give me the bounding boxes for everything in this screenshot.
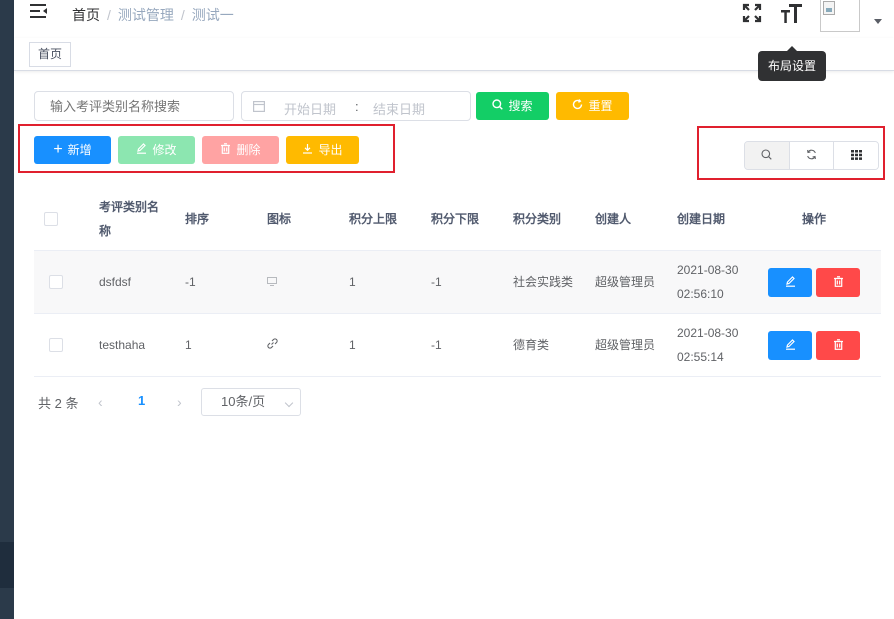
table-header: 考评类别名称 排序 图标 积分上限 积分下限 积分类别 创建人 创建日期 操作 <box>34 187 881 251</box>
chevron-down-icon <box>284 398 294 408</box>
download-icon <box>302 136 313 164</box>
edit-icon <box>785 338 796 353</box>
page-size-value: 10条/页 <box>221 394 266 409</box>
delete-button-label: 删除 <box>236 143 261 157</box>
reset-button-label: 重置 <box>588 99 613 113</box>
column-header-creator: 创建人 <box>595 212 632 226</box>
column-header-created: 创建日期 <box>677 212 726 226</box>
breadcrumb-separator: / <box>180 7 185 23</box>
cell-name: dsfdsf <box>99 275 132 289</box>
add-button[interactable]: + 新增 <box>34 136 111 164</box>
row-edit-button[interactable] <box>768 331 812 360</box>
column-header-upper: 积分上限 <box>349 212 398 226</box>
cell-type: 德育类 <box>513 338 550 352</box>
sidebar-edge <box>0 0 14 619</box>
date-start-placeholder[interactable]: 开始日期 <box>284 99 336 118</box>
date-separator: : <box>355 99 359 114</box>
sidebar-edge-band <box>0 542 14 588</box>
trash-icon <box>833 338 844 353</box>
edit-icon <box>785 275 796 290</box>
search-button[interactable]: 搜索 <box>476 92 549 120</box>
cell-lower: -1 <box>431 275 442 289</box>
table-row: testhaha 1 1 -1 德育类 超级管理员 2021-08-30 02:… <box>34 314 881 377</box>
reset-button[interactable]: 重置 <box>556 92 629 120</box>
column-header-lower: 积分下限 <box>431 212 480 226</box>
cell-creator: 超级管理员 <box>595 338 656 352</box>
select-all-checkbox[interactable] <box>44 212 58 226</box>
breadcrumb-home[interactable]: 首页 <box>72 5 100 25</box>
font-size-icon[interactable] <box>780 2 804 24</box>
pagination-total: 共 2 条 <box>38 395 79 411</box>
layout-settings-tooltip: 布局设置 <box>758 46 826 81</box>
pagination: 共 2 条 ‹ 1 › 10条/页 <box>38 388 301 416</box>
delete-button[interactable]: 删除 <box>202 136 279 164</box>
page-size-select[interactable]: 10条/页 <box>201 388 301 416</box>
tag-home[interactable]: 首页 <box>29 42 72 67</box>
monitor-icon <box>267 270 277 294</box>
date-end-placeholder[interactable]: 结束日期 <box>373 99 425 118</box>
toggle-search-button[interactable] <box>745 142 790 169</box>
column-header-action: 操作 <box>802 212 827 226</box>
table-row: dsfdsf -1 1 -1 社会实践类 超级管理员 2021-08-30 02… <box>34 251 881 314</box>
row-delete-button[interactable] <box>816 268 860 297</box>
export-button[interactable]: 导出 <box>286 136 359 164</box>
cell-lower: -1 <box>431 338 442 352</box>
grid-icon <box>850 149 862 163</box>
right-toolbar <box>744 141 879 170</box>
column-header-name: 考评类别名称 <box>99 200 160 238</box>
cell-upper: 1 <box>349 275 356 289</box>
refresh-icon <box>572 92 583 120</box>
edit-button-label: 修改 <box>152 143 177 157</box>
avatar[interactable] <box>820 0 860 32</box>
edit-icon <box>136 136 147 164</box>
cell-created-date: 2021-08-30 <box>677 263 739 277</box>
column-header-type: 积分类别 <box>513 212 562 226</box>
hamburger-icon[interactable] <box>30 4 50 20</box>
breadcrumb-item: 测试一 <box>191 7 234 23</box>
category-name-search-input[interactable] <box>34 91 234 121</box>
chevron-left-icon[interactable]: ‹ <box>98 394 103 410</box>
add-button-label: 新增 <box>67 143 92 157</box>
cell-created-time: 02:56:10 <box>677 287 724 301</box>
cell-sort: 1 <box>185 338 192 352</box>
row-edit-button[interactable] <box>768 268 812 297</box>
columns-button[interactable] <box>834 142 878 169</box>
row-checkbox[interactable] <box>49 275 63 289</box>
trash-icon <box>833 275 844 290</box>
row-delete-button[interactable] <box>816 331 860 360</box>
cell-created-time: 02:55:14 <box>677 350 724 364</box>
fullscreen-icon[interactable] <box>742 3 762 23</box>
export-button-label: 导出 <box>318 143 343 157</box>
row-checkbox[interactable] <box>49 338 63 352</box>
cell-type: 社会实践类 <box>513 275 574 289</box>
cell-upper: 1 <box>349 338 356 352</box>
search-button-label: 搜索 <box>508 99 533 113</box>
search-icon <box>761 148 773 163</box>
breadcrumb: 首页 / 测试管理 / 测试一 <box>72 5 234 25</box>
search-icon <box>492 92 504 120</box>
trash-icon <box>220 136 231 164</box>
caret-down-icon[interactable] <box>874 19 882 24</box>
chevron-right-icon[interactable]: › <box>177 394 182 410</box>
date-range-picker[interactable]: 开始日期 : 结束日期 <box>241 91 471 121</box>
refresh-icon <box>806 149 817 163</box>
column-header-sort: 排序 <box>185 212 210 226</box>
cell-creator: 超级管理员 <box>595 275 656 289</box>
cell-sort: -1 <box>185 275 196 289</box>
column-header-icon: 图标 <box>267 212 292 226</box>
cell-created-date: 2021-08-30 <box>677 326 739 340</box>
breadcrumb-separator: / <box>107 7 111 23</box>
broken-image-icon <box>823 1 835 15</box>
breadcrumb-item: 测试管理 <box>117 7 174 23</box>
plus-icon: + <box>53 141 63 158</box>
refresh-button[interactable] <box>789 142 835 169</box>
cell-name: testhaha <box>99 338 146 352</box>
calendar-icon <box>253 100 266 113</box>
pagination-page[interactable]: 1 <box>138 393 145 408</box>
navbar: 首页 / 测试管理 / 测试一 <box>14 0 894 38</box>
edit-button[interactable]: 修改 <box>118 136 195 164</box>
link-icon <box>267 333 278 357</box>
